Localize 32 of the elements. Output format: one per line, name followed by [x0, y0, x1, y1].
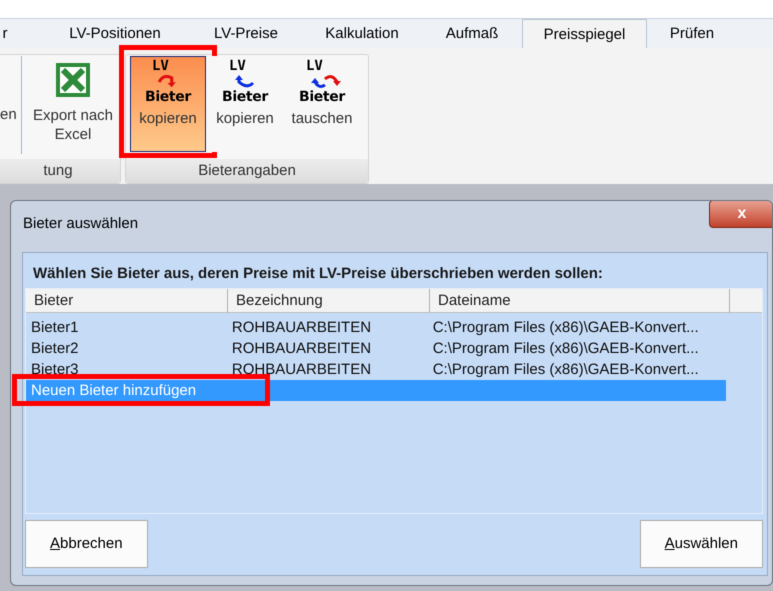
ribbon-button-label[interactable]: en: [0, 104, 17, 126]
ribbon-button[interactable]: LV Bieter kopieren: [130, 56, 206, 152]
column-header[interactable]: Dateiname: [430, 289, 730, 313]
ribbon-tab[interactable]: Kalkulation: [302, 19, 422, 49]
swap-arrows-icon: [310, 73, 342, 89]
column-header[interactable]: Bezeichnung: [228, 289, 430, 313]
curved-arrow-icon: [156, 73, 178, 89]
ribbon-tab[interactable]: Preisspiegel: [522, 19, 647, 50]
dialog-title: Bieter auswählen: [23, 214, 138, 234]
group-label: Bieterangaben: [126, 159, 368, 183]
export-button[interactable]: Export nach Excel: [27, 56, 119, 154]
group-label: tung: [0, 159, 120, 183]
ribbon-tab[interactable]: LV-Preise: [190, 19, 302, 49]
ribbon-tab[interactable]: Prüfen: [647, 19, 737, 49]
dialog-button[interactable]: Abbrechen: [25, 520, 148, 568]
lv-label: LV: [152, 59, 169, 73]
column-header[interactable]: Bieter: [26, 289, 228, 313]
instruction-text: Wählen Sie Bieter aus, deren Preise mit LV-Preise überschrieben werden sollen:: [33, 264, 603, 284]
bieter-label: Bieter: [145, 90, 191, 104]
table-row[interactable]: Bieter3 ROHBAUARBEITEN C:\Program Files (x86)\GAEB-Konvert...: [26, 359, 726, 380]
table-row[interactable]: Bieter1 ROHBAUARBEITEN C:\Program Files (x86)\GAEB-Konvert...: [26, 317, 726, 338]
bieter-label: Bieter: [299, 90, 345, 104]
spreadsheet-icon: [55, 62, 91, 98]
curved-arrow-icon: [233, 73, 255, 89]
lv-label: LV: [229, 59, 246, 73]
lv-label: LV: [306, 59, 323, 73]
table-row[interactable]: Bieter2 ROHBAUARBEITEN C:\Program Files (x86)\GAEB-Konvert...: [26, 338, 726, 359]
dialog-button[interactable]: Auswählen: [640, 520, 763, 568]
ribbon-tab[interactable]: r: [0, 19, 20, 49]
ribbon-tab[interactable]: Aufmaß: [422, 19, 522, 49]
ribbon-tab[interactable]: LV-Positionen: [40, 19, 190, 49]
bieter-label: Bieter: [222, 90, 268, 104]
